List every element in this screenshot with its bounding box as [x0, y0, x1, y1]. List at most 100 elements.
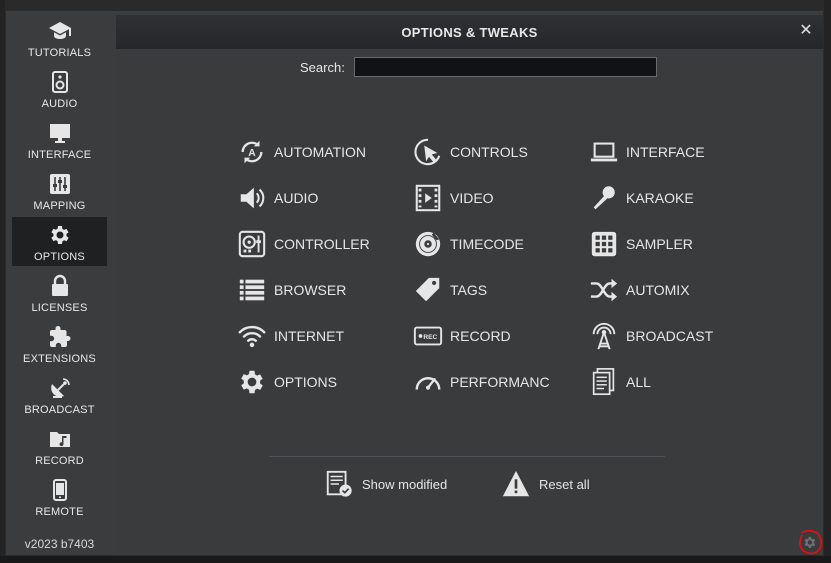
sidebar-item-label: RECORD	[35, 455, 84, 467]
sidebar-item-label: BROADCAST	[24, 404, 95, 416]
cursor-click-icon	[412, 136, 444, 168]
background-app-top	[0, 0, 831, 10]
divider	[269, 456, 665, 457]
wifi-icon	[236, 320, 268, 352]
category-label: TAGS	[450, 282, 488, 298]
lock-icon	[51, 274, 68, 296]
category-label: CONTROLS	[450, 144, 528, 160]
category-automix[interactable]: AUTOMIX	[588, 273, 758, 307]
category-label: TIMECODE	[450, 236, 524, 252]
shuffle-icon	[588, 274, 620, 306]
graduation-cap-icon	[48, 22, 71, 39]
sidebar-item-licenses[interactable]: LICENSES	[12, 268, 107, 317]
laptop-icon	[588, 136, 620, 168]
background-app-bottom	[0, 556, 831, 563]
tablet-icon	[52, 479, 67, 501]
gear-icon	[50, 226, 69, 244]
sidebar-item-options[interactable]: OPTIONS	[12, 217, 107, 266]
satellite-dish-icon	[50, 378, 70, 398]
sliders-icon	[49, 174, 70, 194]
category-sampler[interactable]: SAMPLER	[588, 227, 758, 261]
list-icon	[236, 274, 268, 306]
gear-icon	[236, 366, 268, 398]
category-label: RECORD	[450, 328, 511, 344]
category-label: KARAOKE	[626, 190, 694, 206]
category-interface[interactable]: INTERFACE	[588, 135, 758, 169]
sidebar-item-extensions[interactable]: EXTENSIONS	[12, 319, 107, 368]
sidebar-item-label: LICENSES	[31, 302, 88, 314]
category-automation[interactable]: A AUTOMATION	[236, 135, 406, 169]
category-label: BROWSER	[274, 282, 347, 298]
category-performance[interactable]: PERFORMANC	[412, 365, 582, 399]
category-video[interactable]: VIDEO	[412, 181, 582, 215]
panel-title: OPTIONS & TWEAKS	[401, 24, 538, 40]
monitor-icon	[49, 124, 70, 143]
category-controls[interactable]: CONTROLS	[412, 135, 582, 169]
settings-gear-corner-icon[interactable]	[797, 529, 823, 555]
category-karaoke[interactable]: KARAOKE	[588, 181, 758, 215]
warning-icon	[502, 470, 530, 497]
category-record[interactable]: REC RECORD	[412, 319, 582, 353]
category-label: CONTROLLER	[274, 236, 370, 252]
category-label: OPTIONS	[274, 374, 338, 390]
speaker-icon	[51, 71, 68, 93]
category-label: INTERNET	[274, 328, 344, 344]
settings-window: TUTORIALS AUDIO INTERFACE MAPPING OPTION…	[5, 10, 824, 556]
search-input[interactable]	[354, 57, 657, 77]
version-label: v2023 b7403	[24, 537, 95, 551]
sidebar-item-record[interactable]: RECORD	[12, 421, 107, 470]
panel-titlebar: OPTIONS & TWEAKS ✕	[116, 15, 823, 49]
sidebar-item-label: INTERFACE	[27, 149, 92, 161]
category-timecode[interactable]: TIMECODE	[412, 227, 582, 261]
category-label: ALL	[626, 374, 651, 390]
sidebar-item-remote[interactable]: REMOTE	[12, 472, 107, 521]
show-modified-label: Show modified	[362, 476, 448, 492]
background-app-right	[824, 0, 831, 563]
sidebar-item-mapping[interactable]: MAPPING	[12, 166, 107, 215]
sidebar-item-label: REMOTE	[35, 506, 84, 518]
sidebar: TUTORIALS AUDIO INTERFACE MAPPING OPTION…	[6, 11, 109, 555]
controller-icon	[236, 228, 268, 260]
category-all[interactable]: ALL	[588, 365, 758, 399]
automation-icon: A	[236, 136, 268, 168]
category-options[interactable]: OPTIONS	[236, 365, 406, 399]
reset-all-button[interactable]: Reset all	[501, 467, 590, 501]
sidebar-item-label: TUTORIALS	[27, 47, 92, 59]
category-label: AUTOMIX	[626, 282, 690, 298]
music-folder-icon	[49, 432, 70, 447]
microphone-icon	[588, 182, 620, 214]
svg-text:REC: REC	[423, 334, 437, 341]
category-broadcast[interactable]: BROADCAST	[588, 319, 758, 353]
svg-text:A: A	[248, 148, 256, 159]
sidebar-item-broadcast[interactable]: BROADCAST	[12, 370, 107, 419]
film-icon	[412, 182, 444, 214]
close-icon[interactable]: ✕	[797, 22, 815, 40]
category-audio[interactable]: AUDIO	[236, 181, 406, 215]
documents-icon	[588, 366, 620, 398]
category-controller[interactable]: CONTROLLER	[236, 227, 406, 261]
reset-all-label: Reset all	[539, 476, 590, 492]
category-internet[interactable]: INTERNET	[236, 319, 406, 353]
category-label: AUDIO	[274, 190, 319, 206]
show-modified-button[interactable]: Show modified	[324, 467, 447, 501]
category-browser[interactable]: BROWSER	[236, 273, 406, 307]
category-label: VIDEO	[450, 190, 494, 206]
rec-icon: REC	[412, 320, 444, 352]
category-label: INTERFACE	[626, 144, 705, 160]
category-tags[interactable]: TAGS	[412, 273, 582, 307]
gauge-icon	[412, 366, 444, 398]
pad-grid-icon	[588, 228, 620, 260]
sidebar-item-label: MAPPING	[33, 200, 86, 212]
sidebar-item-interface[interactable]: INTERFACE	[12, 115, 107, 164]
tag-icon	[412, 274, 444, 306]
search-label: Search:	[300, 60, 345, 75]
sidebar-item-audio[interactable]: AUDIO	[12, 64, 107, 113]
category-label: SAMPLER	[626, 236, 693, 252]
vinyl-icon	[412, 228, 444, 260]
document-check-icon	[326, 470, 352, 497]
sidebar-item-label: EXTENSIONS	[23, 353, 96, 365]
sidebar-item-tutorials[interactable]: TUTORIALS	[12, 13, 107, 62]
category-label: PERFORMANC	[450, 374, 550, 390]
options-panel: OPTIONS & TWEAKS ✕ Search: A AUTOMATION …	[116, 15, 823, 553]
category-label: BROADCAST	[626, 328, 714, 344]
